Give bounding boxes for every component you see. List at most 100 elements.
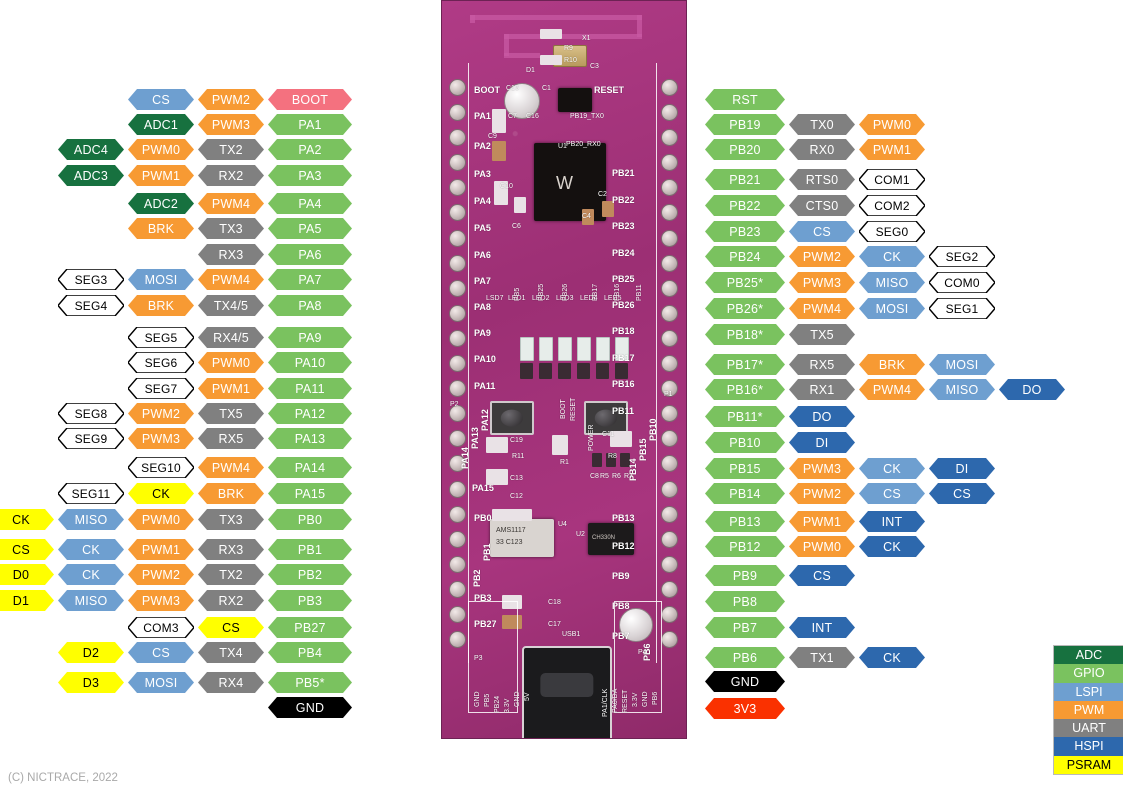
tag-label: PWM2 — [211, 92, 251, 107]
pin-tag-pwm4: PWM4 — [198, 193, 264, 214]
pin-tag-cs: CS — [789, 565, 855, 586]
pin-tag-int: INT — [789, 617, 855, 638]
tag-label: BRK — [147, 221, 175, 236]
pin-tag-ck: CK — [0, 509, 54, 530]
tag-label: PWM1 — [141, 168, 181, 183]
legend-item-psram: PSRAM — [1054, 755, 1123, 775]
pin-tag-pwm0: PWM0 — [859, 114, 925, 135]
tag-label: PB25* — [726, 275, 764, 290]
tag-label: MISO — [875, 275, 909, 290]
legend-box: ADC GPIO LSPI PWM UART HSPI PSRAM — [1053, 645, 1123, 776]
pin-tag-seg0: SEG0 — [859, 221, 925, 242]
tag-label: CK — [12, 512, 30, 527]
pin-tag-pwm0: PWM0 — [128, 509, 194, 530]
pin-tag-pb7: PB7 — [705, 617, 785, 638]
tag-label: RX2 — [218, 168, 244, 183]
tag-label: PB1 — [297, 542, 323, 557]
tag-label: PA14 — [294, 460, 326, 475]
pin-tag-mosi: MOSI — [128, 672, 194, 693]
pin-tag-pwm3: PWM3 — [789, 272, 855, 293]
tag-label: GND — [730, 674, 760, 689]
pin-tag-pb2: PB2 — [268, 564, 352, 585]
tag-label: PB8 — [732, 594, 758, 609]
tag-label: PB23 — [729, 224, 761, 239]
copyright-notice: (C) NICTRACE, 2022 — [8, 772, 118, 784]
tag-label: CS — [12, 542, 30, 557]
pin-tag-rx2: RX2 — [198, 165, 264, 186]
legend-item-pwm: PWM — [1054, 700, 1123, 720]
tag-label: PA15 — [294, 486, 326, 501]
pin-tag-tx3: TX3 — [198, 509, 264, 530]
pin-tag-d0: D0 — [0, 564, 54, 585]
pin-tag-pb24: PB24 — [705, 246, 785, 267]
tag-label: CS — [222, 620, 240, 635]
pin-tag-pwm4: PWM4 — [789, 298, 855, 319]
tag-label: PA12 — [294, 406, 326, 421]
tag-label: PWM1 — [802, 514, 842, 529]
pin-tag-pb1: PB1 — [268, 539, 352, 560]
tag-label: D2 — [82, 645, 100, 660]
tag-label: MISO — [74, 512, 108, 527]
pin-tag-pb26: PB26* — [705, 298, 785, 319]
pin-tag-tx5: TX5 — [198, 403, 264, 424]
pin-tag-d3: D3 — [58, 672, 124, 693]
tag-label: MISO — [74, 593, 108, 608]
pin-tag-seg4: SEG4 — [58, 295, 124, 316]
tag-label: CS — [813, 224, 831, 239]
pin-tag-pwm0: PWM0 — [198, 352, 264, 373]
pin-tag-seg5: SEG5 — [128, 327, 194, 348]
pin-tag-pb20: PB20 — [705, 139, 785, 160]
pin-tag-pwm1: PWM1 — [789, 511, 855, 532]
tag-label: D0 — [12, 567, 30, 582]
tag-label: RX4/5 — [213, 330, 249, 345]
ldo-regulator: AMS1117 33 C123 — [490, 519, 554, 557]
pin-tag-adc2: ADC2 — [128, 193, 194, 214]
tag-label: PB27 — [294, 620, 326, 635]
pin-tag-miso: MISO — [58, 590, 124, 611]
tag-label: MISO — [945, 382, 979, 397]
tag-label: RX0 — [809, 142, 835, 157]
tag-label: SEG2 — [945, 249, 979, 264]
tag-label: PWM3 — [211, 117, 251, 132]
tag-label: SEG5 — [144, 330, 178, 345]
tag-label: CK — [152, 486, 170, 501]
tag-label: PB2 — [297, 567, 323, 582]
tag-label: PWM4 — [211, 460, 251, 475]
tag-label: TX4 — [219, 645, 243, 660]
pin-tag-tx0: TX0 — [789, 114, 855, 135]
pin-tag-pb22: PB22 — [705, 195, 785, 216]
tag-label: SEG8 — [74, 406, 108, 421]
tag-label: D3 — [82, 675, 100, 690]
pin-tag-tx4: TX4 — [198, 642, 264, 663]
tag-label: BRK — [217, 486, 245, 501]
pin-tag-seg10: SEG10 — [128, 457, 194, 478]
pin-tag-brk: BRK — [859, 354, 925, 375]
tag-label: BRK — [878, 357, 906, 372]
pin-tag-ck: CK — [859, 246, 925, 267]
tag-label: PWM1 — [141, 542, 181, 557]
tag-label: PWM0 — [141, 142, 181, 157]
tag-label: PB17* — [726, 357, 764, 372]
boot-button[interactable] — [490, 401, 534, 435]
tag-label: TX3 — [219, 512, 243, 527]
tag-label: PB15 — [729, 461, 761, 476]
pin-tag-seg8: SEG8 — [58, 403, 124, 424]
tag-label: BRK — [147, 298, 175, 313]
tag-label: PB16* — [726, 382, 764, 397]
pin-tag-pwm3: PWM3 — [128, 428, 194, 449]
legend-item-adc: ADC — [1054, 646, 1123, 665]
pin-tag-cs: CS — [929, 483, 995, 504]
tag-label: RX3 — [218, 542, 244, 557]
pin-tag-rts0: RTS0 — [789, 169, 855, 190]
tag-label: SEG0 — [875, 224, 909, 239]
pin-tag-mosi: MOSI — [128, 269, 194, 290]
pin-tag-tx5: TX5 — [789, 324, 855, 345]
tag-label: PWM2 — [141, 567, 181, 582]
tag-label: TX2 — [219, 142, 243, 157]
tag-label: PA13 — [294, 431, 326, 446]
tag-label: SEG1 — [945, 301, 979, 316]
legend-item-uart: UART — [1054, 719, 1123, 738]
tag-label: RST — [732, 92, 758, 107]
pin-tag-ck: CK — [58, 539, 124, 560]
pin-tag-pa1: PA1 — [268, 114, 352, 135]
